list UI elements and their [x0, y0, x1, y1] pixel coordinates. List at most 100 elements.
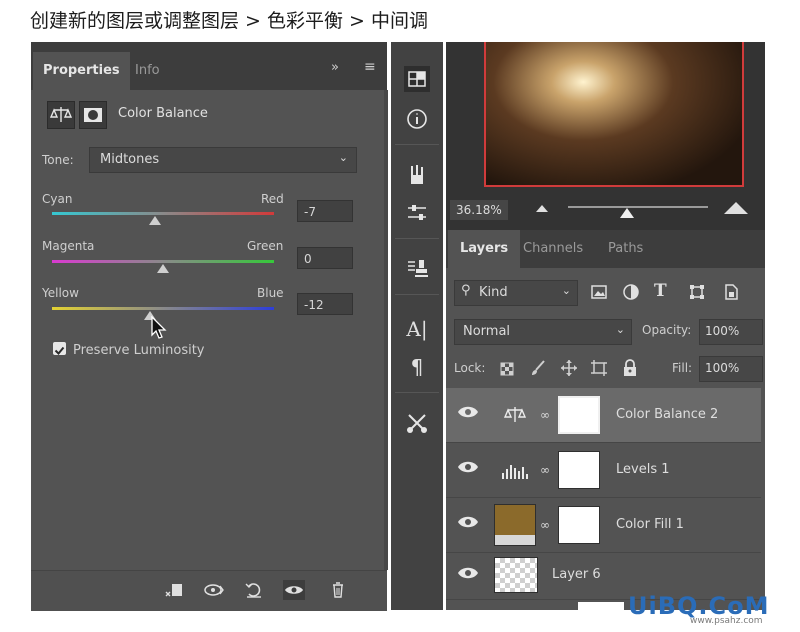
cyan-red-slider-thumb[interactable] [149, 216, 162, 225]
character-icon[interactable]: A| [404, 316, 430, 342]
opacity-label: Opacity: [642, 323, 692, 337]
eye-icon[interactable] [456, 566, 480, 586]
fill-label: Fill: [672, 361, 693, 375]
balance-scale-icon [47, 101, 75, 129]
tone-value: Midtones [100, 152, 160, 167]
trash-icon[interactable] [327, 580, 349, 600]
tab-channels[interactable]: Channels [523, 230, 583, 268]
filter-adjustment-icon[interactable] [622, 283, 640, 301]
tab-properties[interactable]: Properties [33, 52, 130, 90]
filter-shape-icon[interactable] [688, 283, 706, 301]
eye-icon[interactable] [456, 460, 480, 480]
zoom-out-icon[interactable] [536, 205, 548, 212]
blend-mode-value: Normal [463, 324, 511, 339]
navigator-panel: 36.18% [446, 42, 765, 230]
filter-kind-value: Kind [479, 285, 508, 300]
link-chain-icon[interactable]: ∞ [540, 404, 550, 426]
balance-scale-icon [502, 404, 528, 426]
layers-panel: Layers Channels Paths ⚲ Kind ⌄ T Normal … [446, 230, 765, 610]
zoom-value-input[interactable]: 36.18% [450, 200, 508, 220]
slider-yellow-label: Yellow [42, 286, 79, 300]
zoom-slider[interactable] [568, 206, 708, 208]
zoom-in-icon[interactable] [724, 202, 748, 214]
layer-row-levels[interactable]: ∞ Levels 1 [446, 443, 761, 498]
color-fill-swatch[interactable] [494, 504, 536, 546]
cyan-red-slider[interactable] [52, 212, 274, 215]
filter-type-icon[interactable]: T [654, 281, 667, 301]
blend-mode-dropdown[interactable]: Normal ⌄ [454, 319, 632, 345]
tool-presets-icon[interactable] [404, 410, 430, 436]
layers-tabbar: Layers Channels Paths [446, 230, 765, 268]
lock-brush-icon[interactable] [530, 359, 546, 377]
chevron-down-icon: ⌄ [338, 151, 348, 164]
slider-magenta-label: Magenta [42, 239, 95, 253]
preserve-luminosity-label: Preserve Luminosity [73, 343, 205, 358]
magenta-green-slider[interactable] [52, 260, 274, 263]
tab-layers[interactable]: Layers [448, 230, 521, 268]
layer-thumbnail[interactable] [494, 557, 538, 593]
paragraph-icon[interactable]: ¶ [404, 354, 430, 380]
swatch-footer [495, 535, 535, 545]
info-icon[interactable] [404, 106, 430, 132]
preserve-luminosity-checkbox[interactable] [53, 342, 66, 355]
slider-cyan-label: Cyan [42, 192, 73, 206]
yellow-blue-slider[interactable] [52, 307, 274, 310]
cyan-red-value-input[interactable]: -7 [297, 200, 353, 222]
filter-pixel-icon[interactable] [590, 283, 608, 301]
eye-icon[interactable] [456, 515, 480, 535]
yellow-blue-value-input[interactable]: -12 [297, 293, 353, 315]
clip-to-layer-icon[interactable] [163, 580, 185, 600]
layer-mask-thumbnail[interactable] [558, 396, 600, 434]
zoom-slider-thumb[interactable] [620, 208, 634, 218]
caption: 创建新的图层或调整图层 > 色彩平衡 > 中间调 [30, 10, 428, 32]
layer-name[interactable]: Layer 6 [552, 567, 601, 582]
navigator-preview[interactable] [484, 42, 744, 187]
eye-icon[interactable] [456, 405, 480, 425]
lock-transparent-icon[interactable] [500, 361, 514, 376]
adjustments-icon[interactable] [404, 66, 430, 92]
panel-menu-icon[interactable]: ≡ [364, 59, 376, 75]
watermark-url: www.psahz.com [690, 616, 763, 626]
toolbar-divider [395, 392, 439, 393]
visibility-eye-icon[interactable] [283, 580, 305, 600]
magenta-green-slider-thumb[interactable] [157, 264, 169, 273]
collapse-icon[interactable]: » [331, 60, 339, 75]
slider-blue-label: Blue [257, 286, 284, 300]
tab-paths[interactable]: Paths [608, 230, 643, 268]
tab-info[interactable]: Info [135, 52, 160, 90]
view-previous-icon[interactable] [203, 580, 225, 600]
layer-name[interactable]: Levels 1 [616, 462, 670, 477]
partial-layer-thumbnail [578, 602, 624, 610]
clone-source-icon[interactable] [404, 256, 430, 282]
chevron-down-icon: ⌄ [615, 323, 625, 336]
tone-dropdown[interactable]: Midtones ⌄ [89, 147, 357, 173]
link-chain-icon[interactable]: ∞ [540, 514, 550, 536]
reset-icon[interactable] [243, 580, 265, 600]
sliders-icon[interactable] [404, 200, 430, 226]
layer-row-color-balance[interactable]: ∞ Color Balance 2 [446, 388, 761, 443]
properties-scrollbar[interactable] [384, 90, 388, 570]
chevron-down-icon: ⌄ [561, 284, 571, 297]
toolbar-divider [395, 144, 439, 145]
magenta-green-value-input[interactable]: 0 [297, 247, 353, 269]
layer-mask-thumbnail[interactable] [558, 506, 600, 544]
toolbar-divider [395, 238, 439, 239]
lock-artboard-icon[interactable] [590, 359, 608, 377]
lock-move-icon[interactable] [560, 359, 578, 377]
layer-filter-dropdown[interactable]: ⚲ Kind ⌄ [454, 280, 578, 306]
layer-name[interactable]: Color Fill 1 [616, 517, 684, 532]
link-chain-icon[interactable]: ∞ [540, 459, 550, 481]
layer-row-color-fill[interactable]: ∞ Color Fill 1 [446, 498, 761, 553]
panel-toolbar: A| ¶ [391, 42, 443, 610]
mouse-cursor-icon [151, 315, 167, 344]
lock-label: Lock: [454, 361, 486, 375]
lock-all-icon[interactable] [622, 359, 638, 377]
opacity-input[interactable]: 100% [699, 319, 763, 345]
layer-name[interactable]: Color Balance 2 [616, 407, 718, 422]
fill-input[interactable]: 100% [699, 356, 763, 382]
slider-red-label: Red [261, 192, 284, 206]
mask-icon[interactable] [79, 101, 107, 129]
brushes-icon[interactable] [404, 162, 430, 188]
layer-mask-thumbnail[interactable] [558, 451, 600, 489]
filter-smart-object-icon[interactable] [722, 283, 740, 301]
